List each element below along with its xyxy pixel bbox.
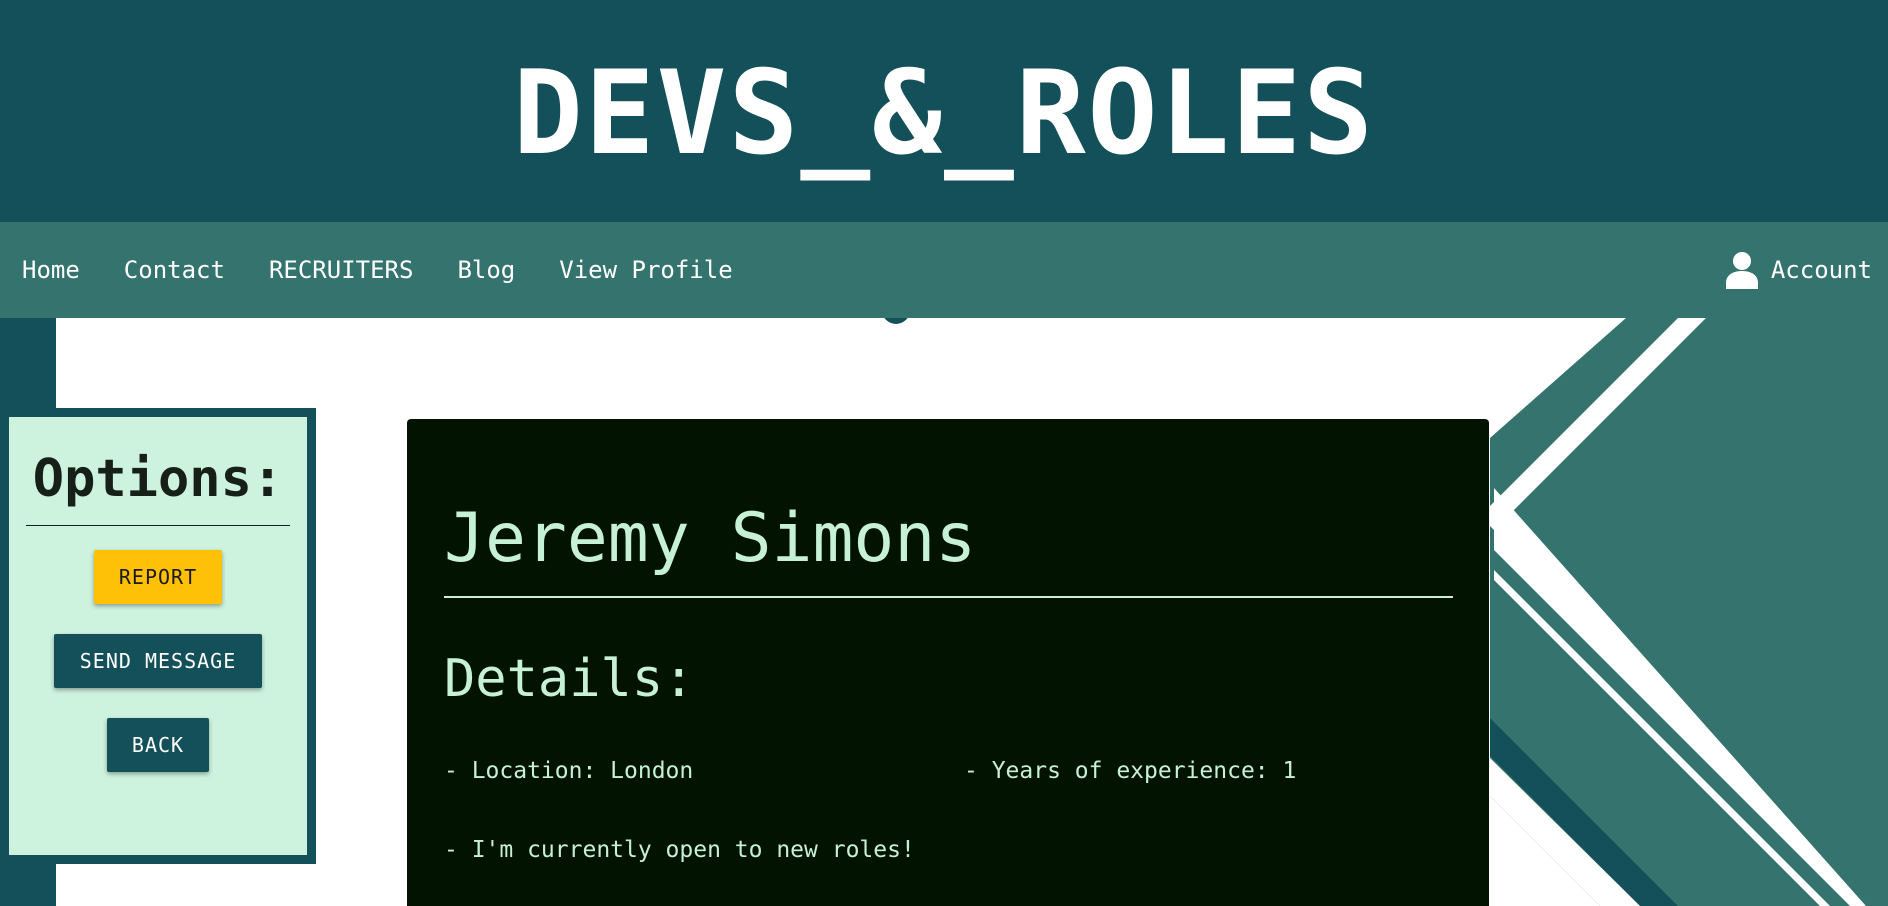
detail-experience: - Years of experience: 1 — [964, 758, 1297, 784]
options-panel-inner: Options: REPORT SEND MESSAGE BACK — [9, 417, 307, 855]
options-divider — [26, 525, 290, 526]
nav-links: Home Contact RECRUITERS Blog View Profil… — [0, 222, 755, 318]
detail-location: - Location: London — [444, 758, 694, 784]
nav-link-view-profile[interactable]: View Profile — [559, 256, 732, 284]
options-panel: Options: REPORT SEND MESSAGE BACK — [0, 408, 316, 864]
send-message-button[interactable]: SEND MESSAGE — [54, 634, 262, 688]
nav-link-home[interactable]: Home — [22, 256, 80, 284]
account-label: Account — [1770, 256, 1872, 284]
profile-divider — [444, 596, 1453, 598]
options-title: Options: — [32, 449, 284, 509]
site-header: DEVS_&_ROLES — [0, 0, 1888, 222]
site-title: DEVS_&_ROLES — [512, 45, 1376, 181]
report-button[interactable]: REPORT — [94, 550, 222, 604]
user-icon — [1725, 252, 1758, 289]
details-heading: Details: — [444, 649, 695, 709]
detail-availability: - I'm currently open to new roles! — [444, 837, 915, 863]
main-navbar: Home Contact RECRUITERS Blog View Profil… — [0, 222, 1888, 318]
profile-name: Jeremy Simons — [444, 499, 977, 578]
nav-link-contact[interactable]: Contact — [124, 256, 225, 284]
nav-link-blog[interactable]: Blog — [457, 256, 515, 284]
profile-card: Jeremy Simons Details: - Location: Londo… — [407, 419, 1489, 906]
back-button[interactable]: BACK — [107, 718, 209, 772]
account-menu[interactable]: Account — [1725, 222, 1872, 318]
nav-link-recruiters[interactable]: RECRUITERS — [269, 256, 414, 284]
